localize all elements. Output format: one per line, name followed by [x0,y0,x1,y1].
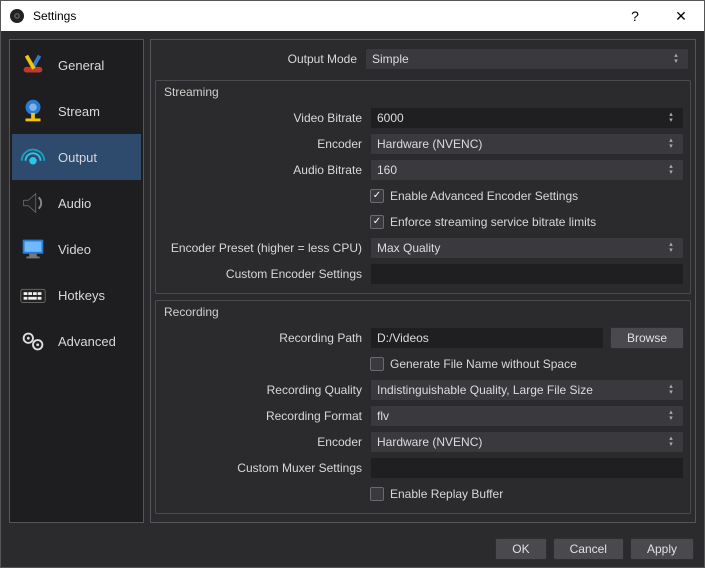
chevron-updown-icon: ▴▾ [665,410,677,422]
checkbox-icon [370,215,384,229]
sidebar-item-label: Audio [58,196,91,211]
custom-muxer-input[interactable] [370,457,684,479]
streaming-header: Streaming [156,81,690,101]
checkbox-icon [370,487,384,501]
content: General Stream Output Audio Video Hotkey… [1,31,704,531]
stream-icon [18,97,48,125]
streaming-group: Streaming Video Bitrate 6000▴▾ Encoder H… [155,80,691,294]
spinner-arrows-icon: ▴▾ [665,112,677,124]
help-button[interactable]: ? [612,1,658,31]
browse-button[interactable]: Browse [610,327,684,349]
sidebar-item-label: Hotkeys [58,288,105,303]
footer: OK Cancel Apply [1,531,704,567]
chevron-updown-icon: ▴▾ [670,53,682,65]
enforce-limits-checkbox[interactable]: Enforce streaming service bitrate limits [370,215,596,229]
close-button[interactable]: ✕ [658,1,704,31]
chevron-updown-icon: ▴▾ [665,164,677,176]
sidebar-item-general[interactable]: General [12,42,141,88]
recording-encoder-label: Encoder [162,435,362,449]
video-icon [18,235,48,263]
enable-advanced-encoder-checkbox[interactable]: Enable Advanced Encoder Settings [370,189,578,203]
encoder-preset-label: Encoder Preset (higher = less CPU) [162,241,362,255]
output-icon [18,143,48,171]
sidebar-item-hotkeys[interactable]: Hotkeys [12,272,141,318]
video-bitrate-input[interactable]: 6000▴▾ [370,107,684,129]
chevron-updown-icon: ▴▾ [665,384,677,396]
streaming-encoder-select[interactable]: Hardware (NVENC)▴▾ [370,133,684,155]
sidebar-item-label: Video [58,242,91,257]
window-title: Settings [33,9,612,23]
sidebar-item-label: General [58,58,104,73]
output-mode-label: Output Mode [157,52,357,66]
main-area: Output Mode Simple ▴▾ Streaming Video Bi… [150,39,696,523]
video-bitrate-label: Video Bitrate [162,111,362,125]
output-mode-value: Simple [372,52,409,66]
general-icon [18,51,48,79]
titlebar: Settings ? ✕ [1,1,704,31]
sidebar-item-video[interactable]: Video [12,226,141,272]
gen-no-space-checkbox[interactable]: Generate File Name without Space [370,357,577,371]
recording-group: Recording Recording Path D:/Videos Brows… [155,300,691,514]
custom-encoder-label: Custom Encoder Settings [162,267,362,281]
checkbox-icon [370,357,384,371]
sidebar-item-label: Advanced [58,334,116,349]
enable-replay-buffer-checkbox[interactable]: Enable Replay Buffer [370,487,503,501]
audio-bitrate-select[interactable]: 160▴▾ [370,159,684,181]
sidebar-item-label: Stream [58,104,100,119]
recording-path-input[interactable]: D:/Videos [370,327,604,349]
recording-header: Recording [156,301,690,321]
recording-format-select[interactable]: flv▴▾ [370,405,684,427]
sidebar-item-label: Output [58,150,97,165]
custom-encoder-input[interactable] [370,263,684,285]
checkbox-icon [370,189,384,203]
recording-quality-select[interactable]: Indistinguishable Quality, Large File Si… [370,379,684,401]
recording-quality-label: Recording Quality [162,383,362,397]
app-icon [9,8,25,24]
apply-button[interactable]: Apply [630,538,694,560]
chevron-updown-icon: ▴▾ [665,242,677,254]
recording-format-label: Recording Format [162,409,362,423]
sidebar: General Stream Output Audio Video Hotkey… [9,39,144,523]
advanced-icon [18,327,48,355]
settings-window: Settings ? ✕ General Stream Output Audio [0,0,705,568]
recording-path-label: Recording Path [162,331,362,345]
sidebar-item-output[interactable]: Output [12,134,141,180]
output-mode-row: Output Mode Simple ▴▾ [151,46,695,72]
sidebar-item-audio[interactable]: Audio [12,180,141,226]
recording-encoder-select[interactable]: Hardware (NVENC)▴▾ [370,431,684,453]
sidebar-item-advanced[interactable]: Advanced [12,318,141,364]
custom-muxer-label: Custom Muxer Settings [162,461,362,475]
encoder-preset-select[interactable]: Max Quality▴▾ [370,237,684,259]
streaming-encoder-label: Encoder [162,137,362,151]
chevron-updown-icon: ▴▾ [665,138,677,150]
sidebar-item-stream[interactable]: Stream [12,88,141,134]
audio-bitrate-label: Audio Bitrate [162,163,362,177]
cancel-button[interactable]: Cancel [553,538,624,560]
output-mode-select[interactable]: Simple ▴▾ [365,48,689,70]
ok-button[interactable]: OK [495,538,546,560]
hotkeys-icon [18,281,48,309]
audio-icon [18,189,48,217]
chevron-updown-icon: ▴▾ [665,436,677,448]
